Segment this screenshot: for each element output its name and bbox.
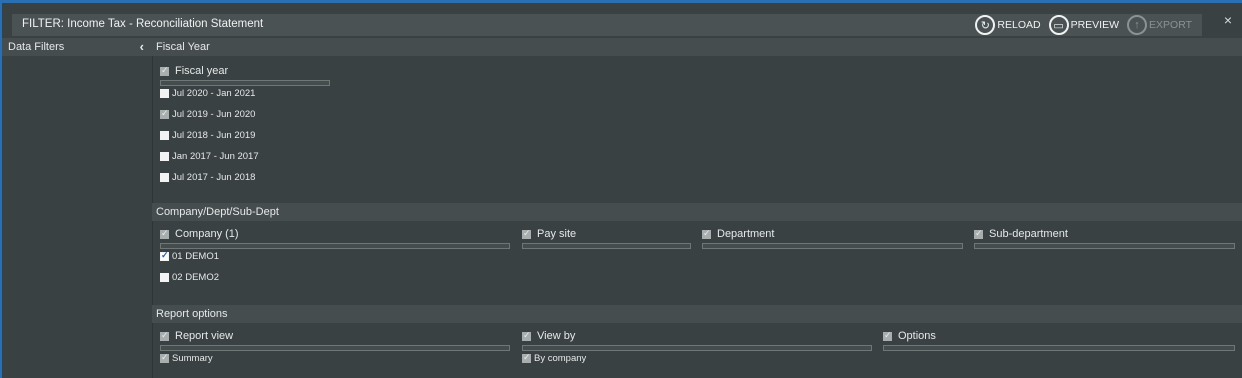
checkbox-icon [522, 352, 531, 363]
report-options-section: Report view View by Options Summary By c… [152, 323, 1242, 378]
pay-site-filter-bar[interactable] [522, 243, 691, 249]
sub-department-column: Sub-department [974, 228, 1235, 249]
sub-department-header-label: Sub-department [989, 228, 1068, 240]
report-view-header-label: Report view [175, 330, 234, 342]
fiscal-year-header[interactable]: Fiscal year [160, 65, 330, 77]
department-header[interactable]: Department [702, 228, 963, 240]
company-header-label: Company (1) [175, 228, 239, 240]
sidebar-header: Data Filters ‹ [2, 38, 152, 56]
toolbar: ↻ RELOAD ▭ PREVIEW ↑ EXPORT [975, 11, 1192, 39]
fiscal-year-option-label: Jul 2017 - Jun 2018 [172, 172, 256, 183]
fiscal-year-option[interactable]: Jul 2020 - Jan 2021 [160, 88, 255, 99]
fiscal-year-option-label: Jul 2018 - Jun 2019 [172, 130, 256, 141]
reload-button[interactable]: ↻ RELOAD [975, 15, 1041, 35]
report-options-section-header: Report options [152, 305, 1242, 323]
company-option-label: 02 DEMO2 [172, 272, 219, 283]
fiscal-year-option-label: Jul 2019 - Jun 2020 [172, 109, 256, 120]
fiscal-year-option[interactable]: Jul 2018 - Jun 2019 [160, 130, 255, 141]
fiscal-year-option[interactable]: Jul 2019 - Jun 2020 [160, 108, 256, 120]
checkbox-icon [160, 152, 169, 161]
report-view-option-label: Summary [172, 353, 213, 364]
options-header[interactable]: Options [883, 330, 1235, 342]
window-title: FILTER: Income Tax - Reconciliation Stat… [22, 18, 264, 30]
close-icon[interactable]: × [1224, 12, 1232, 28]
checkbox-icon [883, 330, 892, 341]
report-view-column: Report view [160, 330, 510, 351]
company-section: Company (1) Pay site Department Sub-depa… [152, 221, 1242, 305]
reload-icon: ↻ [975, 15, 996, 35]
checkbox-icon [160, 273, 169, 282]
filter-panel: Fiscal Year Fiscal year Jul 2020 - Jan 2… [152, 38, 1242, 378]
printer-icon: ▭ [1048, 15, 1069, 35]
checkbox-checked-icon [160, 250, 169, 261]
department-column: Department [702, 228, 963, 249]
sub-department-header[interactable]: Sub-department [974, 228, 1235, 240]
fiscal-year-section: Fiscal year Jul 2020 - Jan 2021 Jul 2019… [152, 56, 1242, 203]
export-button[interactable]: ↑ EXPORT [1127, 15, 1192, 35]
fiscal-year-filter-bar[interactable] [160, 80, 330, 86]
checkbox-icon [160, 352, 169, 363]
upload-icon: ↑ [1127, 15, 1148, 35]
reload-label: RELOAD [997, 19, 1041, 31]
checkbox-icon [160, 131, 169, 140]
fiscal-year-option-label: Jul 2020 - Jan 2021 [172, 88, 256, 99]
checkbox-icon [522, 228, 531, 239]
pay-site-column: Pay site [522, 228, 691, 249]
export-label: EXPORT [1149, 19, 1192, 31]
company-section-header: Company/Dept/Sub-Dept [152, 203, 1242, 221]
view-by-option-label: By company [534, 353, 587, 364]
checkbox-icon [522, 330, 531, 341]
report-view-header[interactable]: Report view [160, 330, 510, 342]
company-option[interactable]: 01 DEMO1 [160, 250, 219, 262]
checkbox-icon [160, 89, 169, 98]
checkbox-icon [160, 108, 169, 119]
options-filter-bar[interactable] [883, 345, 1235, 351]
view-by-header[interactable]: View by [522, 330, 872, 342]
options-column: Options [883, 330, 1235, 351]
options-header-label: Options [898, 330, 936, 342]
view-by-filter-bar[interactable] [522, 345, 872, 351]
preview-label: PREVIEW [1070, 19, 1120, 31]
sidebar-title: Data Filters [8, 41, 65, 53]
checkbox-icon [160, 330, 169, 341]
department-filter-bar[interactable] [702, 243, 963, 249]
pay-site-header[interactable]: Pay site [522, 228, 691, 240]
view-by-header-label: View by [537, 330, 576, 342]
view-by-option[interactable]: By company [522, 352, 587, 364]
report-view-option[interactable]: Summary [160, 352, 213, 364]
view-by-column: View by [522, 330, 872, 351]
title-bar: FILTER: Income Tax - Reconciliation Stat… [12, 14, 1202, 36]
fiscal-year-header-label: Fiscal year [175, 65, 229, 77]
checkbox-icon [702, 228, 711, 239]
checkbox-icon [160, 65, 169, 76]
checkbox-icon [160, 173, 169, 182]
company-column: Company (1) [160, 228, 510, 249]
fiscal-year-option[interactable]: Jul 2017 - Jun 2018 [160, 172, 255, 183]
company-option-label: 01 DEMO1 [172, 251, 219, 262]
checkbox-icon [160, 228, 169, 239]
fiscal-year-section-header: Fiscal Year [152, 38, 1242, 56]
department-header-label: Department [717, 228, 775, 240]
fiscal-year-column: Fiscal year [160, 65, 330, 86]
preview-button[interactable]: ▭ PREVIEW [1048, 15, 1120, 35]
fiscal-year-option-label: Jan 2017 - Jun 2017 [172, 151, 259, 162]
company-filter-bar[interactable] [160, 243, 510, 249]
report-view-filter-bar[interactable] [160, 345, 510, 351]
fiscal-year-option[interactable]: Jan 2017 - Jun 2017 [160, 151, 259, 162]
sub-department-filter-bar[interactable] [974, 243, 1235, 249]
sidebar: Data Filters ‹ [2, 38, 153, 378]
pay-site-header-label: Pay site [537, 228, 577, 240]
company-header[interactable]: Company (1) [160, 228, 510, 240]
checkbox-icon [974, 228, 983, 239]
company-option[interactable]: 02 DEMO2 [160, 272, 219, 283]
chevron-left-icon[interactable]: ‹ [140, 38, 144, 56]
